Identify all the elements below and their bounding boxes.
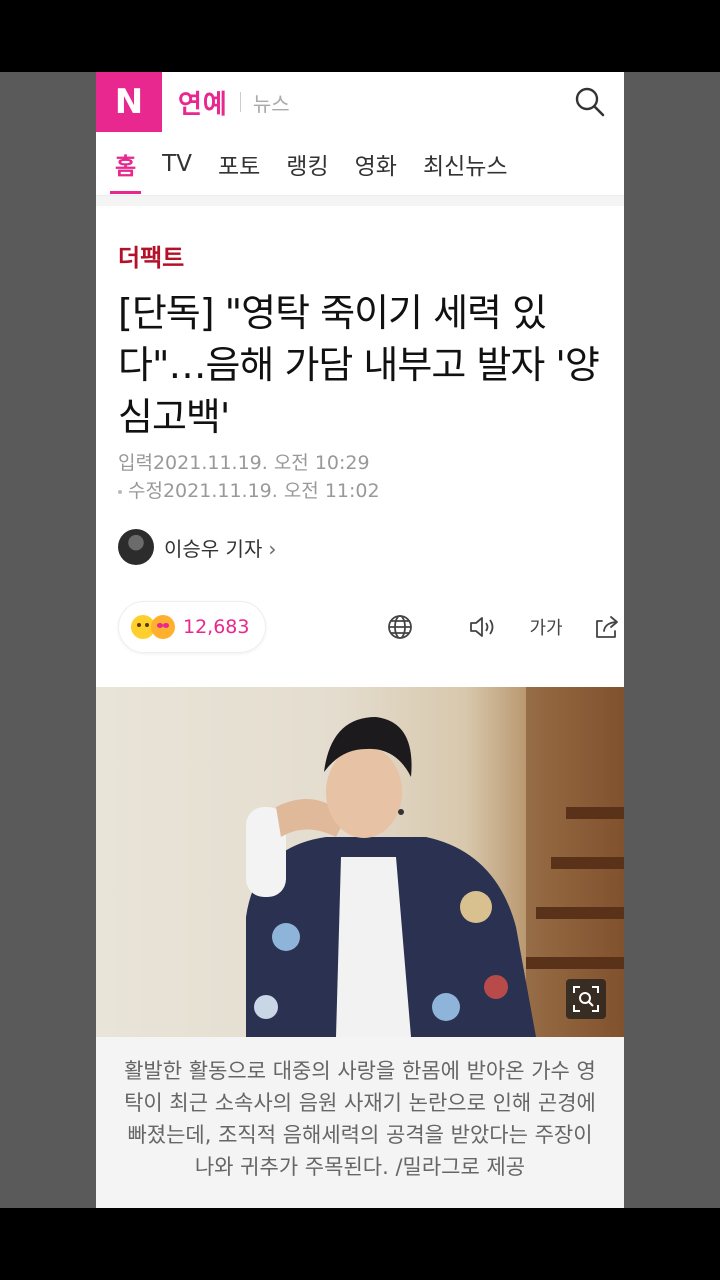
- photo-caption: 활발한 활동으로 대중의 사랑을 한몸에 받아온 가수 영탁이 최근 소속사의 …: [96, 1037, 624, 1208]
- globe-icon[interactable]: [384, 611, 416, 643]
- tab-ranking[interactable]: 랭킹: [273, 132, 341, 196]
- author-name-wrap: 이승우 기자 ›: [164, 533, 276, 562]
- tab-latest-news[interactable]: 최신뉴스: [410, 132, 521, 196]
- tab-photo[interactable]: 포토: [205, 132, 273, 196]
- header: N 연예 뉴스: [96, 72, 624, 132]
- zoom-image-button[interactable]: [566, 979, 606, 1019]
- heart-eyes-emoji-icon: [151, 615, 175, 639]
- tab-movie[interactable]: 영화: [342, 132, 410, 196]
- modified-date: 수정2021.11.19. 오전 11:02: [118, 477, 602, 505]
- font-size-icon: 가가: [529, 618, 563, 639]
- search-icon[interactable]: [574, 86, 606, 118]
- tab-home[interactable]: 홈: [102, 132, 149, 196]
- press-logo[interactable]: 더팩트: [118, 238, 602, 273]
- font-size-button[interactable]: 가가: [526, 611, 566, 643]
- naver-logo[interactable]: N: [96, 72, 162, 132]
- speaker-icon[interactable]: [466, 611, 500, 643]
- author-name: 이승우 기자: [164, 536, 263, 561]
- nav-tabs: 홈 TV 포토 랭킹 영화 최신뉴스: [96, 132, 624, 196]
- article-toolbar: 12,683 가가: [118, 601, 618, 653]
- published-date: 입력2021.11.19. 오전 10:29: [118, 452, 370, 474]
- app-screen: N 연예 뉴스 홈 TV 포토 랭킹 영화 최신뉴스 더팩트 [단독] "영탁 …: [96, 72, 624, 1208]
- section-divider: [96, 196, 624, 206]
- brand-divider: [239, 92, 241, 112]
- brand-sub[interactable]: 뉴스: [253, 88, 290, 117]
- singer-photo-illustration: [246, 687, 624, 1037]
- left-letterbox: [0, 72, 96, 1208]
- right-letterbox: [624, 72, 720, 1208]
- section-brand[interactable]: 연예: [178, 84, 228, 121]
- article-header: 더팩트 [단독] "영탁 죽이기 세력 있다"…음해 가담 내부고 발자 '양심…: [96, 238, 624, 653]
- chevron-right-icon: ›: [268, 536, 277, 561]
- zoom-icon: [573, 986, 599, 1012]
- reaction-count: 12,683: [183, 616, 250, 638]
- reaction-button[interactable]: 12,683: [118, 601, 267, 653]
- author-link[interactable]: 이승우 기자 ›: [118, 529, 602, 565]
- article-photo[interactable]: [96, 687, 624, 1037]
- author-avatar: [118, 529, 154, 565]
- article-title: [단독] "영탁 죽이기 세력 있다"…음해 가담 내부고 발자 '양심고백': [118, 291, 600, 439]
- bullet-icon: [118, 489, 122, 494]
- share-icon[interactable]: [590, 611, 622, 643]
- article-dates: 입력2021.11.19. 오전 10:29 수정2021.11.19. 오전 …: [118, 449, 602, 505]
- modified-date-text: 수정2021.11.19. 오전 11:02: [128, 480, 380, 502]
- tab-tv[interactable]: TV: [149, 132, 205, 196]
